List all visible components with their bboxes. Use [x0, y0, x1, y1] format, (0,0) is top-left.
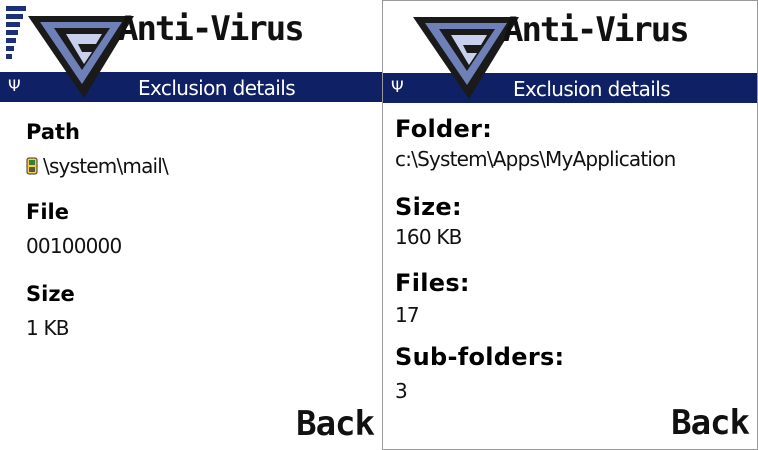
header: Anti-Virus	[0, 0, 382, 98]
files-label: Files:	[395, 269, 470, 297]
signal-strength-icon	[6, 6, 28, 66]
file-value: 00100000	[26, 234, 122, 258]
antenna-icon: Ψ	[8, 76, 21, 95]
size-value: 160 KB	[395, 225, 462, 249]
screen-subtitle: Exclusion details	[138, 76, 296, 100]
folder-label: Folder:	[395, 115, 493, 143]
subfolders-value: 3	[395, 379, 408, 403]
right-screen: Anti-Virus Ψ Exclusion details Folder: c…	[382, 0, 758, 450]
subfolders-label: Sub-folders:	[395, 343, 565, 371]
file-label: File	[26, 200, 69, 224]
path-text: \system\mail\	[43, 154, 169, 178]
screen-subtitle: Exclusion details	[513, 77, 671, 101]
back-softkey[interactable]: Back	[296, 404, 375, 444]
path-label: Path	[26, 120, 80, 144]
app-title: Anti-Virus	[118, 9, 305, 49]
size-label: Size:	[395, 193, 462, 221]
antenna-icon: Ψ	[391, 77, 404, 96]
header: Anti-Virus	[383, 1, 757, 99]
left-screen: Anti-Virus Ψ Exclusion details Path \sys…	[0, 0, 382, 450]
back-softkey[interactable]: Back	[671, 403, 750, 443]
app-title: Anti-Virus	[503, 10, 690, 50]
folder-value: c:\System\Apps\MyApplication	[395, 147, 676, 171]
path-value: \system\mail\	[26, 154, 169, 178]
phone-memory-icon	[26, 157, 38, 175]
size-label: Size	[26, 282, 75, 306]
files-value: 17	[395, 303, 420, 327]
size-value: 1 KB	[26, 316, 70, 340]
